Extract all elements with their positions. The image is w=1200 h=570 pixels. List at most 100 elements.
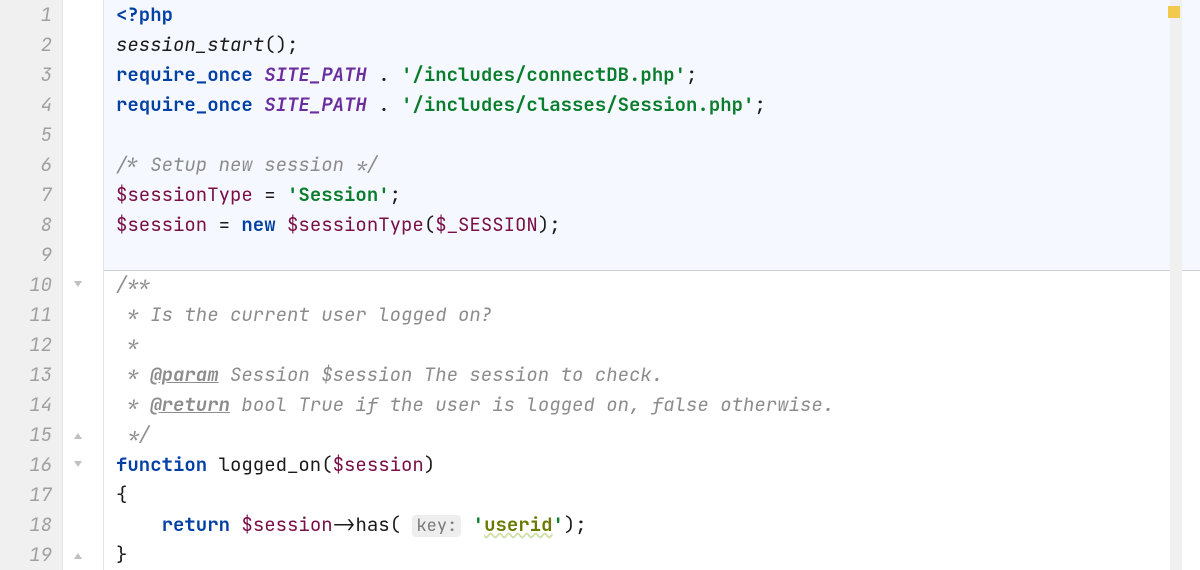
keyword: new bbox=[241, 212, 275, 237]
variable: $_SESSION bbox=[435, 212, 538, 237]
doc-tag: @param bbox=[150, 362, 218, 387]
brace: { bbox=[116, 482, 127, 507]
php-open-tag: <?php bbox=[116, 2, 173, 27]
arrow: -> bbox=[333, 512, 356, 537]
variable: $sessionType bbox=[116, 182, 253, 207]
code-line[interactable]: * Is the current user logged on? bbox=[116, 300, 1200, 330]
code-line[interactable]: session_start(); bbox=[116, 30, 1200, 60]
code-line[interactable]: return $session->has( key: 'userid'); bbox=[116, 510, 1200, 540]
code-line[interactable]: * @return bool True if the user is logge… bbox=[116, 390, 1200, 420]
code-line[interactable]: */ bbox=[116, 420, 1200, 450]
code-line[interactable]: * @param Session $session The session to… bbox=[116, 360, 1200, 390]
variable: $session bbox=[333, 452, 424, 477]
line-number: 15 bbox=[0, 420, 52, 450]
fold-end-icon bbox=[71, 548, 85, 562]
code-line[interactable]: { bbox=[116, 480, 1200, 510]
code-line[interactable] bbox=[116, 120, 1200, 150]
fold-end-icon bbox=[71, 428, 85, 442]
punct: ( bbox=[390, 512, 413, 537]
space bbox=[461, 512, 472, 537]
line-number: 3 bbox=[0, 60, 52, 90]
string: '/includes/classes/Session.php' bbox=[401, 92, 754, 117]
line-number: 16 bbox=[0, 450, 52, 480]
punct: ) bbox=[424, 452, 435, 477]
punct: ( bbox=[424, 212, 435, 237]
code-editor[interactable]: 1 2 3 4 5 6 7 8 9 10 11 12 13 14 15 16 1… bbox=[0, 0, 1200, 570]
code-line[interactable]: } bbox=[116, 540, 1200, 570]
keyword: require_once bbox=[116, 92, 253, 117]
comment: /* Setup new session */ bbox=[116, 152, 378, 177]
string-key: userid bbox=[484, 512, 552, 537]
function-name: logged_on bbox=[219, 452, 322, 477]
string: 'Session' bbox=[287, 182, 390, 207]
doc-text: Session $session The session to check. bbox=[219, 362, 664, 387]
method-call: has bbox=[355, 512, 389, 537]
code-line[interactable]: $sessionType = 'Session'; bbox=[116, 180, 1200, 210]
parameter-hint: key: bbox=[412, 515, 461, 537]
space bbox=[276, 212, 287, 237]
code-line[interactable]: /* Setup new session */ bbox=[116, 150, 1200, 180]
keyword: function bbox=[116, 452, 207, 477]
line-number: 1 bbox=[0, 0, 52, 30]
doc-comment: */ bbox=[116, 422, 150, 447]
variable: $sessionType bbox=[287, 212, 424, 237]
line-number: 6 bbox=[0, 150, 52, 180]
punct: ); bbox=[564, 512, 587, 537]
doc-comment: * Is the current user logged on? bbox=[116, 302, 492, 327]
code-line[interactable]: <?php bbox=[116, 0, 1200, 30]
variable: $session bbox=[241, 512, 332, 537]
doc-comment: /** bbox=[116, 272, 150, 297]
line-number: 18 bbox=[0, 510, 52, 540]
line-number: 2 bbox=[0, 30, 52, 60]
constant: SITE_PATH bbox=[264, 92, 367, 117]
line-number: 8 bbox=[0, 210, 52, 240]
code-line[interactable]: function logged_on($session) bbox=[116, 450, 1200, 480]
space bbox=[207, 452, 218, 477]
doc-text: bool True if the user is logged on, fals… bbox=[230, 392, 834, 417]
punct: (); bbox=[264, 32, 298, 57]
string-quote: ' bbox=[473, 512, 484, 537]
line-number: 5 bbox=[0, 120, 52, 150]
code-line[interactable]: * bbox=[116, 330, 1200, 360]
line-number: 7 bbox=[0, 180, 52, 210]
string: '/includes/connectDB.php' bbox=[401, 62, 686, 87]
line-number-gutter: 1 2 3 4 5 6 7 8 9 10 11 12 13 14 15 16 1… bbox=[0, 0, 63, 570]
line-number: 11 bbox=[0, 300, 52, 330]
fold-toggle-icon[interactable] bbox=[71, 458, 85, 472]
keyword: return bbox=[162, 512, 230, 537]
brace: } bbox=[116, 542, 127, 567]
line-number: 19 bbox=[0, 540, 52, 570]
doc-comment: * bbox=[116, 332, 139, 357]
operator: = bbox=[207, 212, 241, 237]
code-line[interactable]: $session = new $sessionType($_SESSION); bbox=[116, 210, 1200, 240]
indent bbox=[116, 512, 162, 537]
punct: ; bbox=[754, 92, 765, 117]
fold-toggle-icon[interactable] bbox=[71, 278, 85, 292]
operator: . bbox=[367, 92, 401, 117]
line-number: 10 bbox=[0, 270, 52, 300]
line-number: 12 bbox=[0, 330, 52, 360]
constant: SITE_PATH bbox=[264, 62, 367, 87]
punct: ( bbox=[321, 452, 332, 477]
space bbox=[230, 512, 241, 537]
line-number: 4 bbox=[0, 90, 52, 120]
line-number: 14 bbox=[0, 390, 52, 420]
line-number: 9 bbox=[0, 240, 52, 270]
punct: ); bbox=[538, 212, 561, 237]
keyword: require_once bbox=[116, 62, 253, 87]
code-line[interactable]: require_once SITE_PATH . '/includes/clas… bbox=[116, 90, 1200, 120]
line-number: 13 bbox=[0, 360, 52, 390]
function-call: session_start bbox=[116, 32, 264, 57]
doc-prefix: * bbox=[116, 392, 150, 417]
string-quote: ' bbox=[552, 512, 563, 537]
code-line[interactable]: require_once SITE_PATH . '/includes/conn… bbox=[116, 60, 1200, 90]
code-area[interactable]: <?php session_start(); require_once SITE… bbox=[104, 0, 1200, 570]
code-line[interactable]: /** bbox=[116, 270, 1200, 300]
operator: = bbox=[253, 182, 287, 207]
doc-tag: @return bbox=[150, 392, 230, 417]
variable: $session bbox=[116, 212, 207, 237]
line-number: 17 bbox=[0, 480, 52, 510]
doc-prefix: * bbox=[116, 362, 150, 387]
punct: ; bbox=[390, 182, 401, 207]
code-line[interactable] bbox=[116, 240, 1200, 270]
